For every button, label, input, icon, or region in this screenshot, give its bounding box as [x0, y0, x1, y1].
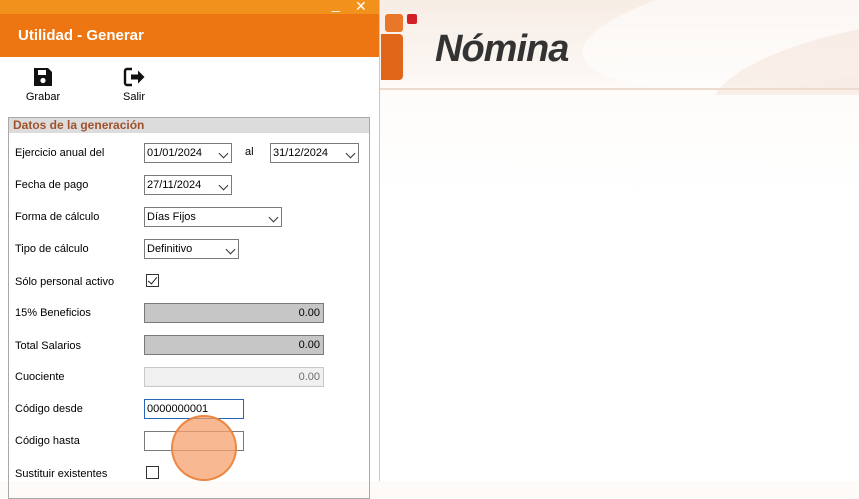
ejercicio-hasta-value: 31/12/2024: [273, 147, 329, 159]
save-icon: [34, 68, 52, 86]
tipo-calculo-value: Definitivo: [147, 243, 193, 255]
salir-label: Salir: [122, 91, 145, 103]
header-divider: [380, 88, 859, 90]
forma-calculo-value: Días Fijos: [147, 211, 196, 223]
grabar-button[interactable]: Grabar: [23, 65, 63, 103]
salir-button[interactable]: Salir: [114, 65, 154, 103]
total-salarios-field[interactable]: 0.00: [144, 335, 324, 355]
sustituir-checkbox[interactable]: [146, 466, 159, 479]
sustituir-label: Sustituir existentes: [15, 468, 108, 480]
exit-icon: [123, 67, 145, 87]
total-salarios-label: Total Salarios: [15, 340, 82, 352]
forma-calculo-label: Forma de cálculo: [15, 211, 100, 223]
checkmark-icon: [147, 274, 158, 285]
cociente-label: Cuociente: [15, 371, 65, 383]
dialog-titlebar: _ ✕ Utilidad - Generar: [0, 0, 379, 57]
brand-title: Nómina: [435, 28, 569, 70]
minimize-button[interactable]: _: [332, 0, 340, 11]
dialog-title: Utilidad - Generar: [18, 27, 144, 44]
grabar-label: Grabar: [25, 91, 61, 103]
solo-activo-checkbox[interactable]: [146, 274, 159, 287]
forma-calculo-select[interactable]: Días Fijos: [144, 207, 282, 227]
fecha-pago-datepicker[interactable]: 27/11/2024: [144, 175, 232, 195]
chevron-down-icon: [268, 212, 279, 223]
fecha-pago-value: 27/11/2024: [147, 179, 202, 191]
solo-activo-label: Sólo personal activo: [15, 276, 115, 288]
beneficios-label: 15% Beneficios: [15, 307, 91, 319]
codigo-hasta-label: Código hasta: [15, 435, 80, 447]
ejercicio-al-label: al: [245, 146, 254, 158]
chevron-down-icon: [218, 148, 229, 159]
chevron-down-icon: [225, 244, 236, 255]
cociente-field: 0.00: [144, 367, 324, 387]
ejercicio-desde-datepicker[interactable]: 01/01/2024: [144, 143, 232, 163]
utilidad-generar-dialog: _ ✕ Utilidad - Generar Grabar Salir Dato…: [0, 0, 380, 499]
ejercicio-hasta-datepicker[interactable]: 31/12/2024: [270, 143, 359, 163]
nomina-logo-icon: [381, 12, 421, 82]
dialog-toolbar: Grabar Salir: [0, 57, 379, 107]
close-button[interactable]: ✕: [355, 0, 367, 13]
titlebar-strip: [0, 0, 379, 14]
fecha-pago-label: Fecha de pago: [15, 179, 89, 191]
tipo-calculo-label: Tipo de cálculo: [15, 243, 89, 255]
chevron-down-icon: [345, 148, 356, 159]
tipo-calculo-select[interactable]: Definitivo: [144, 239, 239, 259]
chevron-down-icon: [218, 180, 229, 191]
beneficios-field[interactable]: 0.00: [144, 303, 324, 323]
ejercicio-desde-value: 01/01/2024: [147, 147, 203, 159]
ejercicio-label: Ejercicio anual del: [15, 147, 105, 159]
codigo-desde-label: Código desde: [15, 403, 83, 415]
click-indicator: [171, 415, 237, 481]
group-title: Datos de la generación: [9, 118, 369, 133]
